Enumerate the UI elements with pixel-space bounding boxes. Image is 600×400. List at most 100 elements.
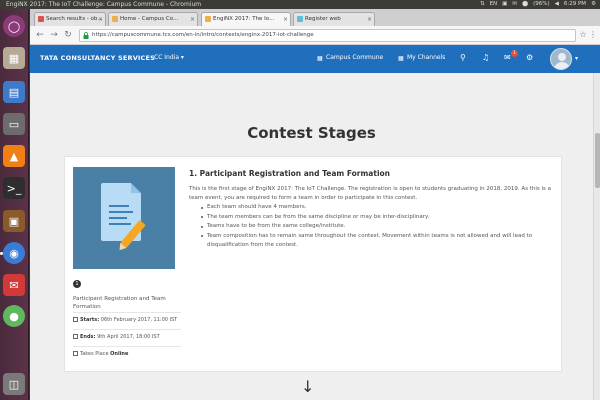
list-item: Teams have to be from the same college/i… (201, 222, 555, 232)
avatar-body (554, 62, 570, 69)
settings-gear-icon[interactable]: ⚙ (526, 53, 533, 63)
ends-value: 9th April 2017, 18:00 IST (97, 334, 160, 340)
files-icon[interactable]: ▦ (3, 47, 25, 69)
search-icon[interactable]: ⚲ (460, 53, 466, 63)
browser-toolbar: ← → ↻ https://campuscommune.tcs.com/en-i… (30, 26, 600, 45)
channels-icon: ▦ (398, 55, 404, 62)
document-fold (131, 183, 141, 193)
tab-search-results[interactable]: Search results - ob... × (34, 12, 106, 26)
tab-close-icon[interactable]: × (98, 13, 103, 26)
system-indicators: ⇅ EN ▣ ✉ ⬤ (96%) ◀ 6:29 PM ⚙ (480, 0, 596, 9)
tab-register-web[interactable]: Register web × (293, 12, 375, 26)
arrow-down-icon: ↓ (301, 377, 315, 396)
tab-label: Search results - ob... (46, 16, 103, 22)
tab-enginx-active[interactable]: EngiNX 2017: The Io... × (201, 12, 291, 26)
tab-label: Home - Campus Co... (120, 16, 179, 22)
calendar-icon (73, 317, 78, 322)
campus-commune-icon: ▦ (317, 55, 323, 62)
volume-indicator-icon[interactable]: ◀ (555, 0, 559, 9)
globe-app-icon[interactable]: ● (3, 305, 25, 327)
stage-number-badge: 1 (73, 280, 81, 288)
lock-icon (83, 32, 89, 39)
running-indicator (0, 252, 3, 255)
launcher: ◯ ▦ ▤ ▭ ▲ >_ ▣ ◉ ✉ ● ◫ (0, 9, 29, 400)
nav-my-channels[interactable]: My Channels (407, 54, 445, 61)
trash-icon[interactable]: ◫ (3, 373, 25, 395)
stage-end-row: Ends: 9th April 2017, 18:00 IST (73, 329, 181, 344)
pencil-tip (116, 242, 127, 253)
document-line (109, 223, 131, 225)
user-menu-chevron-down-icon[interactable]: ▾ (575, 55, 578, 62)
back-button[interactable]: ← (34, 29, 46, 41)
tab-favicon-icon (38, 16, 44, 22)
page-title: Contest Stages (247, 124, 376, 142)
list-item: The team members can be from the same di… (201, 213, 555, 223)
list-item: Each team should have 4 members. (201, 203, 555, 213)
drive-icon[interactable]: ▭ (3, 113, 25, 135)
stage-rules-list: Each team should have 4 members. The tea… (201, 203, 555, 251)
tab-favicon-icon (297, 16, 303, 22)
page-scrollbar[interactable] (593, 73, 600, 400)
tab-label: Register web (305, 16, 341, 22)
browser-window: Search results - ob... × Home - Campus C… (30, 9, 600, 400)
tab-close-icon[interactable]: × (283, 13, 288, 26)
document-line (109, 217, 127, 219)
document-line (109, 211, 133, 213)
dash-home-icon[interactable]: ◯ (3, 15, 25, 37)
tab-favicon-icon (205, 16, 211, 22)
terminal-icon[interactable]: >_ (3, 177, 25, 199)
keyboard-layout-indicator[interactable]: EN (490, 0, 498, 9)
settings-gear-icon[interactable]: ⚙ (591, 0, 596, 9)
url-text: https://campuscommune.tcs.com/en-in/intr… (92, 32, 314, 38)
scrollbar-thumb[interactable] (595, 133, 600, 188)
tab-close-icon[interactable]: × (190, 13, 195, 26)
list-item: Team composition has to remain same thro… (201, 232, 555, 251)
reload-button[interactable]: ↻ (62, 29, 74, 41)
stage-side-title: Participant Registration and Team Format… (73, 296, 166, 310)
forward-button[interactable]: → (48, 29, 60, 41)
tab-label: EngiNX 2017: The Io... (213, 16, 275, 22)
notification-count-badge: 1 (511, 50, 518, 57)
mail-indicator-icon[interactable]: ✉ (512, 0, 517, 9)
clock[interactable]: 6:29 PM (564, 0, 586, 9)
document-line (109, 205, 129, 207)
document-viewer-icon[interactable]: ▤ (3, 81, 25, 103)
stage-title: 1. Participant Registration and Team For… (189, 169, 391, 178)
nav-campus-commune[interactable]: Campus Commune (326, 54, 383, 61)
stage-place-row: Takes Place Online (73, 346, 181, 361)
browser-menu-icon[interactable]: ⋮ (588, 29, 598, 41)
bookmark-star-icon[interactable]: ☆ (578, 29, 588, 41)
vlc-icon[interactable]: ▲ (3, 145, 25, 167)
ends-label: Ends: (80, 334, 96, 340)
tab-bar: Search results - ob... × Home - Campus C… (30, 9, 600, 26)
notification-bell-icon[interactable]: ♫ (482, 53, 489, 63)
region-selector[interactable]: CC India ▾ (154, 54, 184, 61)
stage-description: This is the first stage of EngiNX 2017: … (189, 186, 552, 201)
messages-icon[interactable]: ✉ (504, 53, 511, 63)
chromium-icon[interactable]: ◉ (3, 242, 25, 264)
place-value: Online (110, 351, 129, 357)
site-header: TATA CONSULTANCY SERVICES CC India ▾ ▦ C… (30, 45, 600, 73)
window-title: EngiNX 2017: The IoT Challenge: Campus C… (6, 1, 202, 8)
brand-logo[interactable]: TATA CONSULTANCY SERVICES (40, 54, 155, 62)
tab-home-campus-commune[interactable]: Home - Campus Co... × (108, 12, 198, 26)
page-content: Contest Stages 1 Participant Registratio… (30, 73, 593, 400)
starts-value: 06th February 2017, 11:00 IST (100, 317, 178, 323)
battery-indicator-icon[interactable]: ⬤ (522, 0, 528, 9)
stage-illustration (73, 167, 175, 269)
location-icon (73, 351, 78, 356)
gmail-icon[interactable]: ✉ (3, 274, 25, 296)
archive-icon[interactable]: ▣ (3, 210, 25, 232)
stage-start-row: Starts: 06th February 2017, 11:00 IST (73, 312, 181, 327)
battery-percent: (96%) (533, 1, 550, 7)
place-label: Takes Place (80, 351, 109, 357)
address-bar[interactable]: https://campuscommune.tcs.com/en-in/intr… (79, 29, 576, 42)
avatar-head (558, 53, 566, 61)
bluetooth-indicator-icon[interactable]: ▣ (502, 0, 507, 9)
user-avatar[interactable] (550, 48, 572, 70)
tab-favicon-icon (112, 16, 118, 22)
starts-label: Starts: (80, 317, 100, 323)
network-indicator-icon[interactable]: ⇅ (480, 0, 485, 9)
stage-card: 1 Participant Registration and Team Form… (64, 156, 562, 372)
tab-close-icon[interactable]: × (367, 13, 372, 26)
